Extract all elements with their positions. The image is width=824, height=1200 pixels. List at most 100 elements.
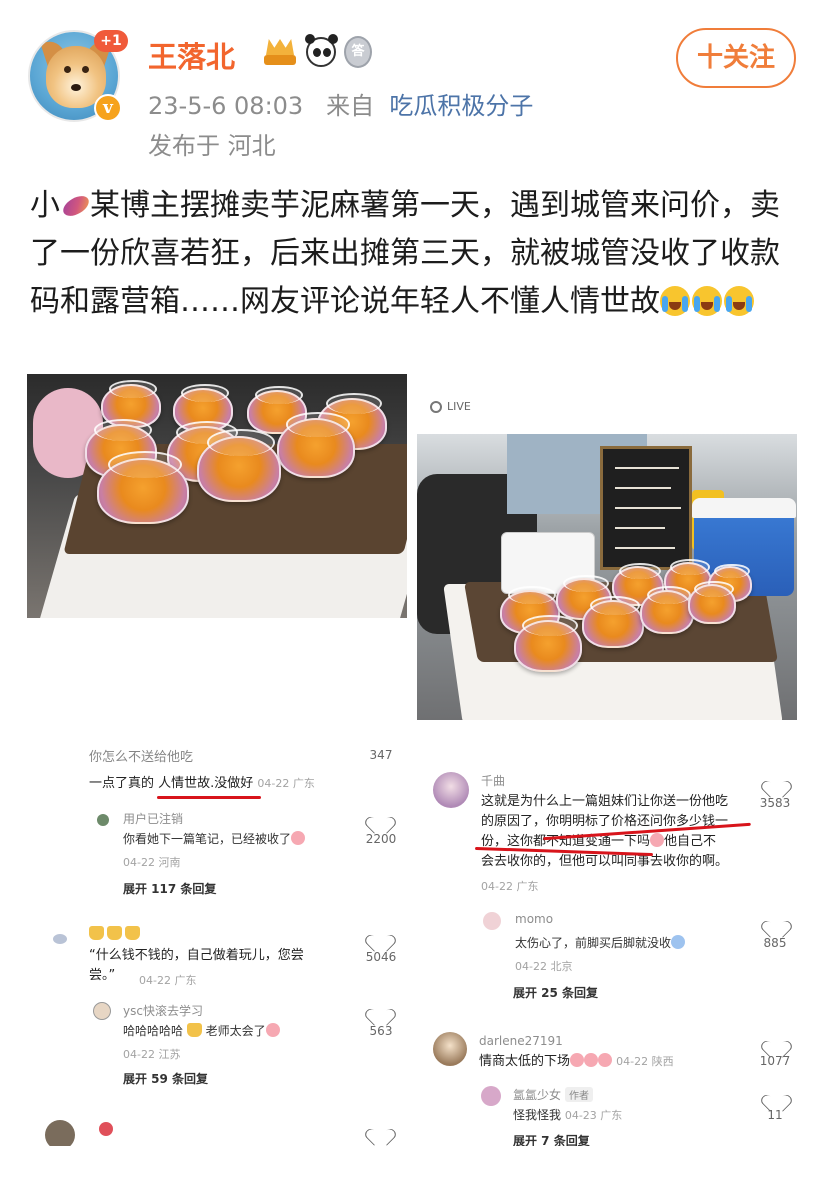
like-heart-icon[interactable] xyxy=(371,810,389,826)
reply-text: 你看她下一篇笔记，已经被收了 xyxy=(123,830,306,847)
pig-emoji-icon xyxy=(291,831,306,845)
username[interactable]: 王落北 xyxy=(148,34,235,76)
dessert-cup xyxy=(514,615,582,672)
crown-badge-icon xyxy=(262,37,298,67)
reply-meta: 04-22 河南 xyxy=(123,856,181,869)
comment-screenshot-2[interactable]: 千曲 这就是为什么上一篇姐妹们让你送一份他吃 的原因了，你明明标了价格还问你多少… xyxy=(417,736,797,1146)
live-icon xyxy=(430,400,442,413)
red-underline xyxy=(157,796,261,799)
comment-meta: 04-22 广东 xyxy=(139,974,197,987)
dessert-cup xyxy=(688,580,736,624)
reply-avatar[interactable] xyxy=(93,1002,111,1020)
from-label: 来自 xyxy=(326,92,375,120)
reply-text-body: 你看她下一篇笔记，已经被收了 xyxy=(123,832,292,846)
like-heart-icon[interactable] xyxy=(371,928,389,944)
post-meta: 23-5-6 08:03 来自 吃瓜积极分子 xyxy=(148,86,533,121)
reply-text: 怪我怪我 04-23 广东 xyxy=(513,1106,622,1123)
like-count: 563 xyxy=(369,1024,393,1038)
reply-username[interactable]: 氲氲少女 作者 xyxy=(513,1086,594,1103)
expand-replies-link[interactable]: 展开 25 条回复 xyxy=(513,984,598,1001)
cat-emoji-icon xyxy=(89,926,104,940)
commenter-avatar[interactable] xyxy=(433,1032,467,1066)
reply-username[interactable]: ysc快滚去学习 xyxy=(123,1002,203,1019)
pig-emoji-icon xyxy=(584,1053,599,1067)
reply-text-body: 老师太会了 xyxy=(205,1024,266,1038)
like-count: 347 xyxy=(369,748,393,762)
user-badges: 答 xyxy=(262,34,372,68)
reply-username[interactable]: 用户已注销 xyxy=(123,810,183,827)
cat-emoji-row xyxy=(89,926,140,940)
crying-emoji-icon xyxy=(692,286,722,316)
comment-text-part: 的原因了， xyxy=(481,814,547,829)
comment-screenshot-1[interactable]: 你怎么不送给他吃 一点了真的 人情世故.没做好 04-22 广东 347 用户已… xyxy=(27,736,407,1146)
verified-badge-icon: v xyxy=(94,94,122,122)
reply-avatar[interactable] xyxy=(481,1086,501,1106)
panda-badge-icon xyxy=(305,34,338,67)
reply-text-body: 怪我怪我 xyxy=(513,1108,562,1122)
like-heart-icon[interactable] xyxy=(767,774,785,790)
commenter-name[interactable]: darlene27191 xyxy=(479,1034,563,1048)
dessert-cup xyxy=(582,595,644,648)
reply-text: 哈哈哈哈哈 老师太会了 xyxy=(123,1022,280,1039)
dessert-cup xyxy=(640,586,694,634)
comment-meta: 04-22 广东 xyxy=(257,777,315,790)
follow-button[interactable]: 十关注 xyxy=(676,28,796,88)
live-photo-header xyxy=(417,374,797,434)
crying-emoji-icon xyxy=(671,935,686,949)
post-time: 23-5-6 08:03 xyxy=(148,92,304,120)
commenter-avatar[interactable] xyxy=(433,772,469,808)
like-heart-icon[interactable] xyxy=(371,1122,389,1138)
comment-meta: 04-22 陕西 xyxy=(616,1055,674,1068)
live-photo-tag[interactable]: LIVE xyxy=(430,400,471,413)
comment-line: 会去收你的，但他可以叫同事去收你的啊。 xyxy=(481,854,729,869)
comment-text: 一点了真的 人情世故.没做好 04-22 广东 xyxy=(89,774,389,794)
commenter-avatar[interactable] xyxy=(53,934,67,944)
avatar-eye xyxy=(64,66,71,73)
pig-emoji-icon xyxy=(598,1053,613,1067)
author-tag: 作者 xyxy=(565,1087,594,1102)
like-heart-icon[interactable] xyxy=(767,914,785,930)
strawberry-emoji-icon xyxy=(99,1122,113,1136)
dessert-cup xyxy=(277,412,355,478)
post-body: 小某博主摆摊卖芋泥麻薯第一天，遇到城管来问价，卖了一份欣喜若狂，后来出摊第三天，… xyxy=(30,182,800,326)
medal-badge-icon: 答 xyxy=(344,36,372,68)
expand-replies-link[interactable]: 展开 117 条回复 xyxy=(123,880,216,897)
comment-meta: 04-22 广东 xyxy=(481,880,539,893)
reply-text: 太伤心了，前脚买后脚就没收 xyxy=(515,934,686,951)
like-heart-icon[interactable] xyxy=(371,1002,389,1018)
post-image-1[interactable] xyxy=(27,374,407,618)
chalkboard-sign xyxy=(600,446,692,570)
like-heart-icon[interactable] xyxy=(767,1034,785,1050)
live-label: LIVE xyxy=(447,400,471,413)
reply-username[interactable]: momo xyxy=(515,912,553,926)
reply-avatar[interactable] xyxy=(483,912,501,930)
like-count: 2200 xyxy=(365,832,397,846)
pig-emoji-icon xyxy=(570,1053,585,1067)
expand-replies-link[interactable]: 展开 59 条回复 xyxy=(123,1070,208,1087)
comment-text: “什么钱不钱的，自己做着玩儿，您尝尝。” xyxy=(89,948,304,983)
cat-emoji-icon xyxy=(186,1023,202,1037)
reply-meta: 04-22 江苏 xyxy=(123,1048,181,1061)
reply-text-body: 太伤心了，前脚买后脚就没收 xyxy=(515,936,672,950)
avatar-eye xyxy=(82,66,89,73)
reply-avatar[interactable] xyxy=(97,814,109,826)
like-count: 885 xyxy=(763,936,787,950)
pig-emoji-icon xyxy=(650,833,665,847)
reply-username-text: 氲氲少女 xyxy=(513,1088,562,1102)
comment-highlight: 人情世故.没做好 xyxy=(158,776,254,791)
post-source-link[interactable]: 吃瓜积极分子 xyxy=(389,92,533,120)
commenter-avatar[interactable] xyxy=(45,1120,75,1146)
cat-emoji-icon xyxy=(125,926,140,940)
dessert-cup xyxy=(97,451,189,524)
comment-line: 这就是为什么上一篇姐妹们让你送一份他吃 xyxy=(481,794,729,809)
avatar-nose xyxy=(71,84,81,91)
expand-replies-link[interactable]: 展开 7 条回复 xyxy=(513,1132,590,1146)
like-count: 11 xyxy=(767,1108,783,1122)
pig-emoji-icon xyxy=(265,1023,280,1037)
like-heart-icon[interactable] xyxy=(767,1088,785,1104)
commenter-name[interactable]: 千曲 xyxy=(481,772,505,789)
cat-emoji-icon xyxy=(107,926,122,940)
like-count: 3583 xyxy=(759,796,791,810)
cut-comment-line: 你怎么不送给他吃 xyxy=(89,750,194,765)
reply-meta: 04-23 广东 xyxy=(564,1109,623,1122)
